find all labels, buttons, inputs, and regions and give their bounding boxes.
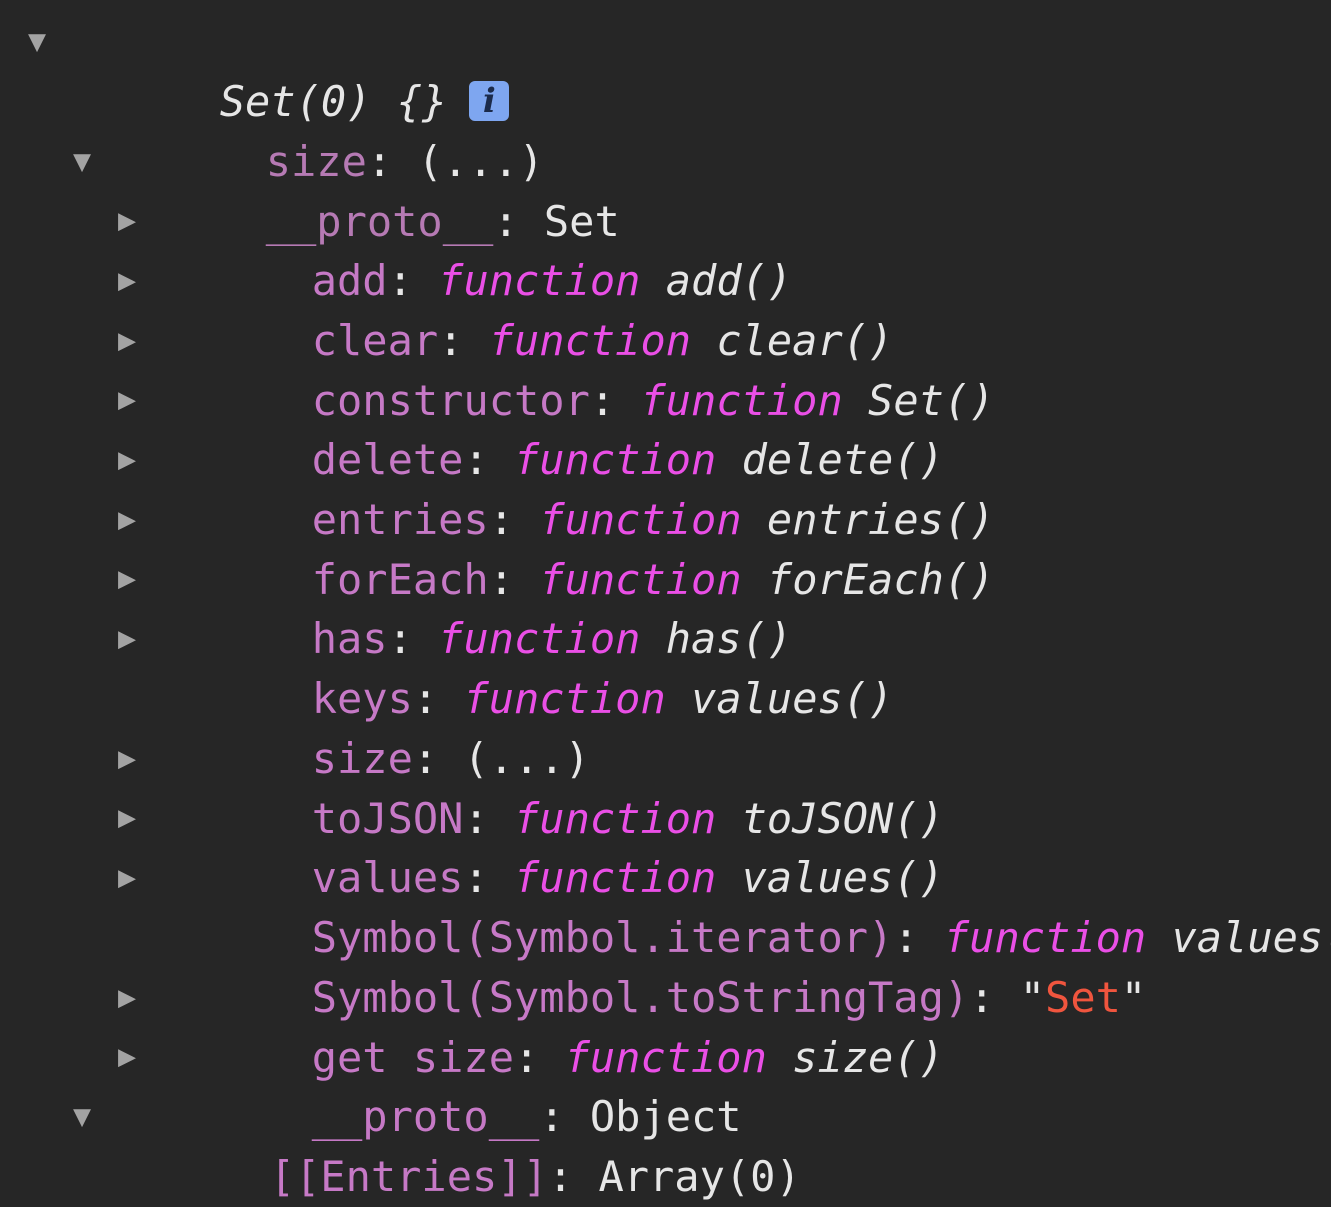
tree-row-set-root[interactable]: ▼ Set(0) {} i — [0, 12, 510, 126]
tree-row-symbol-tostringtag[interactable]: Symbol(Symbol.toStringTag): "Set" — [0, 908, 1146, 1022]
collapsed-triangle-icon[interactable]: ▶ — [112, 968, 142, 1028]
tree-row-symbol-iterator[interactable]: ▶ Symbol(Symbol.iterator): function valu… — [0, 848, 1331, 962]
tree-row-add[interactable]: ▶ add: function add() — [0, 191, 792, 305]
collapsed-triangle-icon[interactable]: ▶ — [112, 729, 142, 789]
tree-row-proto-set[interactable]: ▼ __proto__: Set — [0, 132, 620, 246]
function-name: values() — [1171, 913, 1331, 962]
tree-row-size-inner[interactable]: size: (...) — [0, 669, 590, 783]
tree-row-values[interactable]: ▶ values: function values() — [0, 788, 944, 902]
property-separator: : — [969, 973, 1020, 1022]
collapsed-triangle-icon[interactable]: ▶ — [112, 1027, 142, 1087]
tree-row-delete[interactable]: ▶ delete: function delete() — [0, 370, 944, 484]
tree-row-has[interactable]: ▶ has: function has() — [0, 549, 792, 663]
tree-row-constructor[interactable]: ▶ constructor: function Set() — [0, 311, 995, 425]
collapsed-triangle-icon[interactable]: ▶ — [112, 788, 142, 848]
collapsed-triangle-icon[interactable]: ▶ — [112, 251, 142, 311]
tree-row-entries-internal[interactable]: ▼ [[Entries]]: Array(0) — [0, 1087, 801, 1201]
expanded-triangle-icon[interactable]: ▼ — [22, 12, 52, 72]
function-name: values() — [691, 674, 894, 723]
collapsed-triangle-icon[interactable]: ▶ — [112, 549, 142, 609]
tree-row-length[interactable]: length: 0 — [0, 1146, 101, 1206]
tree-row-size[interactable]: size: (...) — [0, 72, 544, 186]
tree-row-foreach[interactable]: ▶ forEach: function forEach() — [0, 490, 995, 604]
tree-row-entries[interactable]: ▶ entries: function entries() — [0, 430, 995, 544]
collapsed-triangle-icon[interactable]: ▶ — [112, 490, 142, 550]
tree-row-clear[interactable]: ▶ clear: function clear() — [0, 251, 893, 365]
property-separator: : — [547, 1152, 599, 1201]
collapsed-triangle-icon[interactable]: ▶ — [112, 848, 142, 908]
property-value: Array(0) — [598, 1152, 801, 1201]
collapsed-triangle-icon[interactable]: ▶ — [112, 370, 142, 430]
tree-row-tojson[interactable]: ▶ toJSON: function toJSON() — [0, 729, 944, 843]
tree-row-get-size[interactable]: ▶ get size: function size() — [0, 968, 944, 1082]
string-value: Set — [1045, 973, 1121, 1022]
string-quote-close: " — [1120, 973, 1147, 1022]
collapsed-triangle-icon[interactable]: ▶ — [112, 191, 142, 251]
string-quote-open: " — [1019, 973, 1046, 1022]
expanded-triangle-icon[interactable]: ▼ — [67, 132, 97, 192]
collapsed-triangle-icon[interactable]: ▶ — [112, 609, 142, 669]
tree-row-proto-object[interactable]: ▶ __proto__: Object — [0, 1027, 742, 1141]
function-name: forEach() — [766, 555, 995, 604]
devtools-console-object-tree: ▼ Set(0) {} i size: (...) ▼ __proto__: Se… — [0, 0, 1331, 1207]
function-name: size() — [792, 1033, 944, 1082]
tree-row-keys[interactable]: ▶ keys: function values() — [0, 609, 893, 723]
collapsed-triangle-icon[interactable]: ▶ — [112, 430, 142, 490]
collapsed-triangle-icon[interactable]: ▶ — [112, 311, 142, 371]
expanded-triangle-icon[interactable]: ▼ — [67, 1087, 97, 1147]
